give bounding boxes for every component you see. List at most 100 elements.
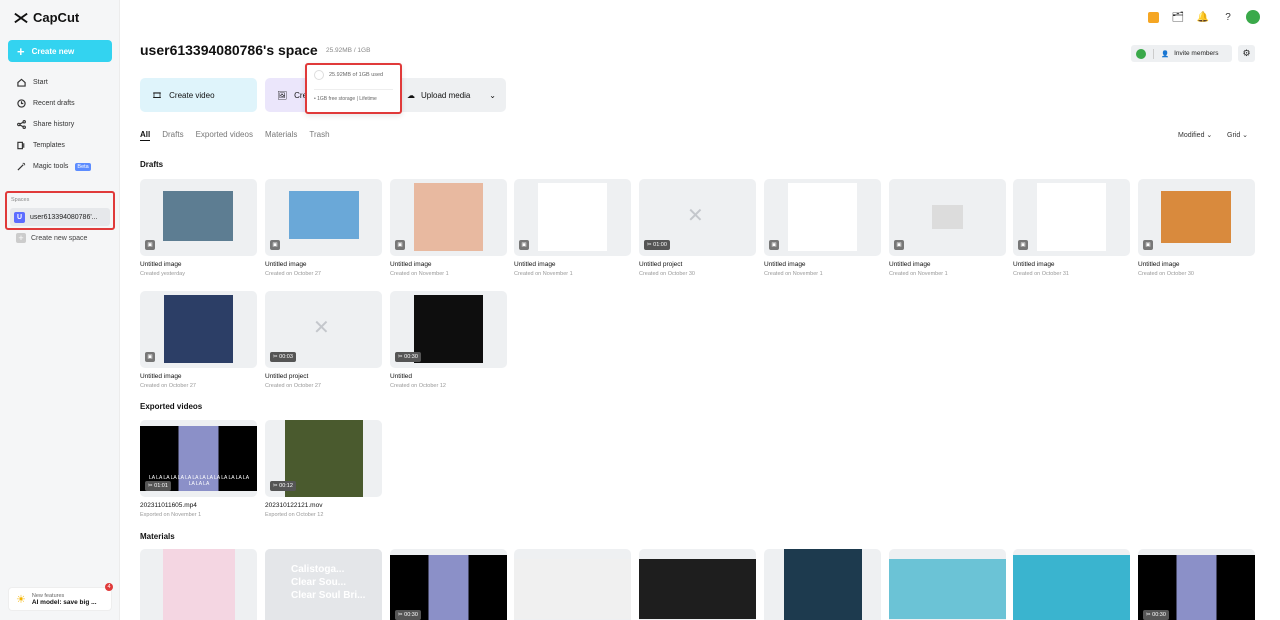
draft-card[interactable]: ▣ [140,291,257,368]
sidebar-item-share-history[interactable]: Share history [8,114,112,135]
material-card[interactable] [514,549,631,620]
magic-wand-icon [17,162,26,171]
create-new-space-label: Create new space [31,234,88,242]
draft-card[interactable]: ✕ ✂ 01:00 [639,179,756,256]
invite-members-button[interactable]: 👤 Invite members [1131,45,1232,62]
video-duration-badge: ✂ 00:03 [270,352,296,362]
image-type-icon: ▣ [395,240,405,250]
thumbnail-image [932,205,963,229]
material-card[interactable] [639,549,756,620]
sidebar-item-magic-tools[interactable]: Magic tools Beta [8,156,112,177]
help-icon[interactable]: ? [1221,10,1235,24]
sidebar-item-label: Start [33,79,48,86]
tab-drafts[interactable]: Drafts [162,130,183,141]
capcut-logo[interactable]: CapCut [14,10,79,25]
material-card[interactable] [889,549,1006,620]
template-icon [17,141,25,150]
draft-card[interactable]: ▣ [514,179,631,256]
draft-card[interactable]: ✕ ✂ 00:03 [265,291,382,368]
create-video-button[interactable]: 🎞 Create video [140,78,257,112]
beta-badge: Beta [75,162,91,171]
draft-date: Created on October 30 [1138,271,1194,277]
pro-icon[interactable] [1146,10,1160,24]
notification-badge: 4 [105,583,113,591]
thumbnail-image [289,191,359,239]
material-card[interactable] [140,549,257,620]
material-card[interactable]: ✂ 00:30 [1138,549,1255,620]
upload-media-label: Upload media [421,90,471,100]
sidebar-item-start[interactable]: Start [8,72,112,93]
storage-duration-text: Lifetime [359,96,377,102]
create-new-button[interactable]: + Create new [8,40,112,62]
draft-date: Created on November 1 [514,271,573,277]
spaces-label: Spaces [11,197,30,203]
material-card[interactable] [764,549,881,620]
draft-name: Untitled image [1013,261,1055,268]
tab-exported-videos[interactable]: Exported videos [196,130,253,141]
draft-card[interactable]: ▣ [764,179,881,256]
draft-date: Created on November 1 [390,271,449,277]
material-card[interactable] [1013,549,1130,620]
bell-icon[interactable]: 🔔 [1196,10,1210,24]
draft-name: Untitled image [889,261,931,268]
exported-video-date: Exported on October 12 [265,512,324,518]
tab-all[interactable]: All [140,130,151,141]
space-item-label: user613394080786'... [30,213,98,221]
tab-trash[interactable]: Trash [309,130,329,141]
sidebar-item-recent-drafts[interactable]: Recent drafts [8,93,112,114]
top-toolbar: 🗂 🔔 ? [1146,10,1260,24]
sort-modified-dropdown[interactable]: Modified ⌄ [1178,131,1212,139]
material-text: Calistoga... Clear Sou... Clear Soul Bri… [291,564,366,601]
inbox-icon[interactable]: 🗂 [1171,10,1185,24]
thumbnail-image [414,295,483,363]
thumbnail-image [784,549,862,620]
draft-date: Created on November 1 [764,271,823,277]
new-features-card[interactable]: ☀ New features AI model: save big ... [8,587,112,611]
capcut-placeholder-icon: ✕ [313,317,330,339]
sidebar-item-templates[interactable]: Templates [8,135,112,156]
draft-card[interactable]: ✂ 00:30 [390,291,507,368]
video-duration-badge: ✂ 01:00 [644,240,670,250]
material-card[interactable]: Calistoga... Clear Sou... Clear Soul Bri… [265,549,382,620]
thumbnail-image [514,559,631,619]
image-type-icon: ▣ [769,240,779,250]
exported-video-card[interactable]: ✂ 01:01 LA LA LA LA LA LA LA LA LA LA LA … [140,420,257,497]
video-duration-badge: ✂ 00:30 [395,352,421,362]
page-title: user613394080786's space [140,42,318,58]
gear-icon[interactable]: ⚙ [1238,45,1255,62]
user-avatar[interactable] [1246,10,1260,24]
draft-date: Created on October 27 [140,383,196,389]
create-new-space-button[interactable]: + Create new space [16,233,87,243]
chevron-down-icon[interactable]: ⌄ [489,91,496,100]
draft-date: Created on October 12 [390,383,446,389]
draft-name: Untitled image [1138,261,1180,268]
tab-materials[interactable]: Materials [265,130,297,141]
thumbnail-image [1013,555,1130,620]
upload-icon: ☁ [407,90,415,100]
storage-usage[interactable]: 25.92MB / 1GB [326,47,370,54]
thumbnail-image [163,549,235,620]
sidebar-item-label: Magic tools [33,163,69,170]
thumbnail-image [1161,191,1231,243]
draft-card[interactable]: ▣ [265,179,382,256]
sidebar-nav: Start Recent drafts Share history Templa… [8,72,112,177]
draft-card[interactable]: ▣ [1138,179,1255,256]
exported-video-card[interactable]: ✂ 00:12 [265,420,382,497]
draft-name: Untitled image [140,261,182,268]
sidebar-item-label: Templates [33,142,65,149]
image-type-icon: ▣ [145,240,155,250]
upload-media-button[interactable]: ☁ Upload media ⌄ [395,78,506,112]
material-card[interactable]: ✂ 00:30 [390,549,507,620]
thumbnail-image [639,559,756,619]
create-new-label: Create new [31,46,75,56]
space-item-current[interactable]: U user613394080786'... [10,208,110,226]
draft-card[interactable]: ▣ [1013,179,1130,256]
content-tabs: All Drafts Exported videos Materials Tra… [140,130,330,141]
sort-modified-label: Modified [1178,132,1205,139]
view-grid-label: Grid [1227,132,1241,139]
draft-card[interactable]: ▣ [889,179,1006,256]
view-grid-dropdown[interactable]: Grid ⌄ [1227,131,1248,139]
add-user-icon: 👤 [1161,50,1170,58]
draft-card[interactable]: ▣ [140,179,257,256]
draft-card[interactable]: ▣ [390,179,507,256]
